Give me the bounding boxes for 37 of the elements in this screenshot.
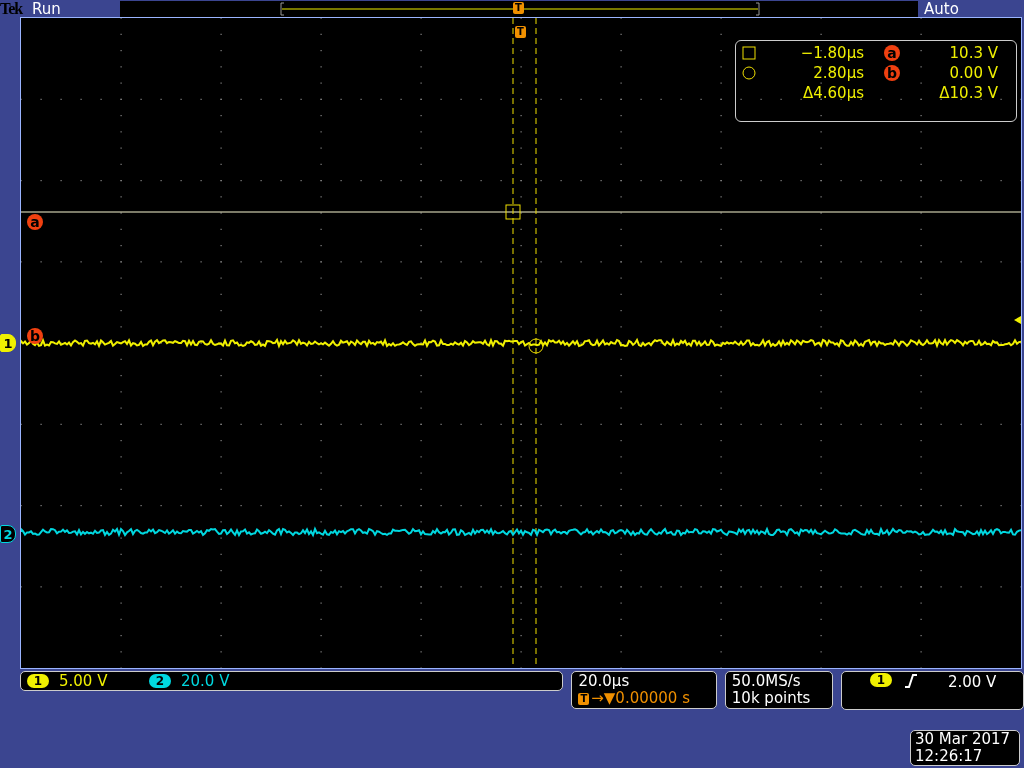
cursor-value: 10.3 V <box>948 44 999 62</box>
channel-marker[interactable]: 1 <box>0 334 16 352</box>
circle-cursor-icon <box>742 66 756 80</box>
square-cursor-icon <box>742 46 756 60</box>
run-state: Run <box>32 0 62 18</box>
trigger-marker: T <box>515 26 526 38</box>
circle-cursor-icon <box>528 338 544 354</box>
channel-badge[interactable]: 1 <box>27 674 49 688</box>
channel-scale: 20.0 V <box>181 672 231 690</box>
cursor-marker: b <box>27 328 43 344</box>
trigger-mode: Auto <box>924 0 959 18</box>
channel-marker[interactable]: 2 <box>0 525 16 543</box>
brand-label: Tek <box>0 0 24 18</box>
cursor-value: 0.00 V <box>948 64 999 82</box>
channel-badge[interactable]: 1 <box>869 673 892 687</box>
cursor-marker: a <box>884 45 900 61</box>
date-label: 30 Mar 2017 <box>915 731 1012 748</box>
rising-edge-icon <box>903 673 918 689</box>
trigger-position: →▼0.00000 s <box>591 690 690 707</box>
square-cursor-icon <box>505 204 521 220</box>
horizontal-scale: 20.0µs <box>578 673 631 690</box>
cursor-marker: b <box>884 65 900 81</box>
cursor-time: −1.80µs <box>799 44 865 62</box>
trigger-marker: T <box>513 1 524 14</box>
time-label: 12:26:17 <box>915 748 984 765</box>
cursor-value: Δ10.3 V <box>938 84 999 102</box>
trigger-level-icon <box>1014 316 1021 324</box>
channel-badge[interactable]: 2 <box>149 674 171 688</box>
channel-scale: 5.00 V <box>59 672 109 690</box>
trigger-level: 2.00 V <box>947 673 997 691</box>
cursor-time: Δ4.60µs <box>801 84 865 102</box>
trigger-marker: T <box>578 692 590 705</box>
record-length: 10k points <box>731 690 812 707</box>
cursor-marker: a <box>27 214 43 230</box>
sample-rate: 50.0MS/s <box>731 673 802 690</box>
record-bar-icon <box>280 1 760 16</box>
cursor-time: 2.80µs <box>812 64 865 82</box>
